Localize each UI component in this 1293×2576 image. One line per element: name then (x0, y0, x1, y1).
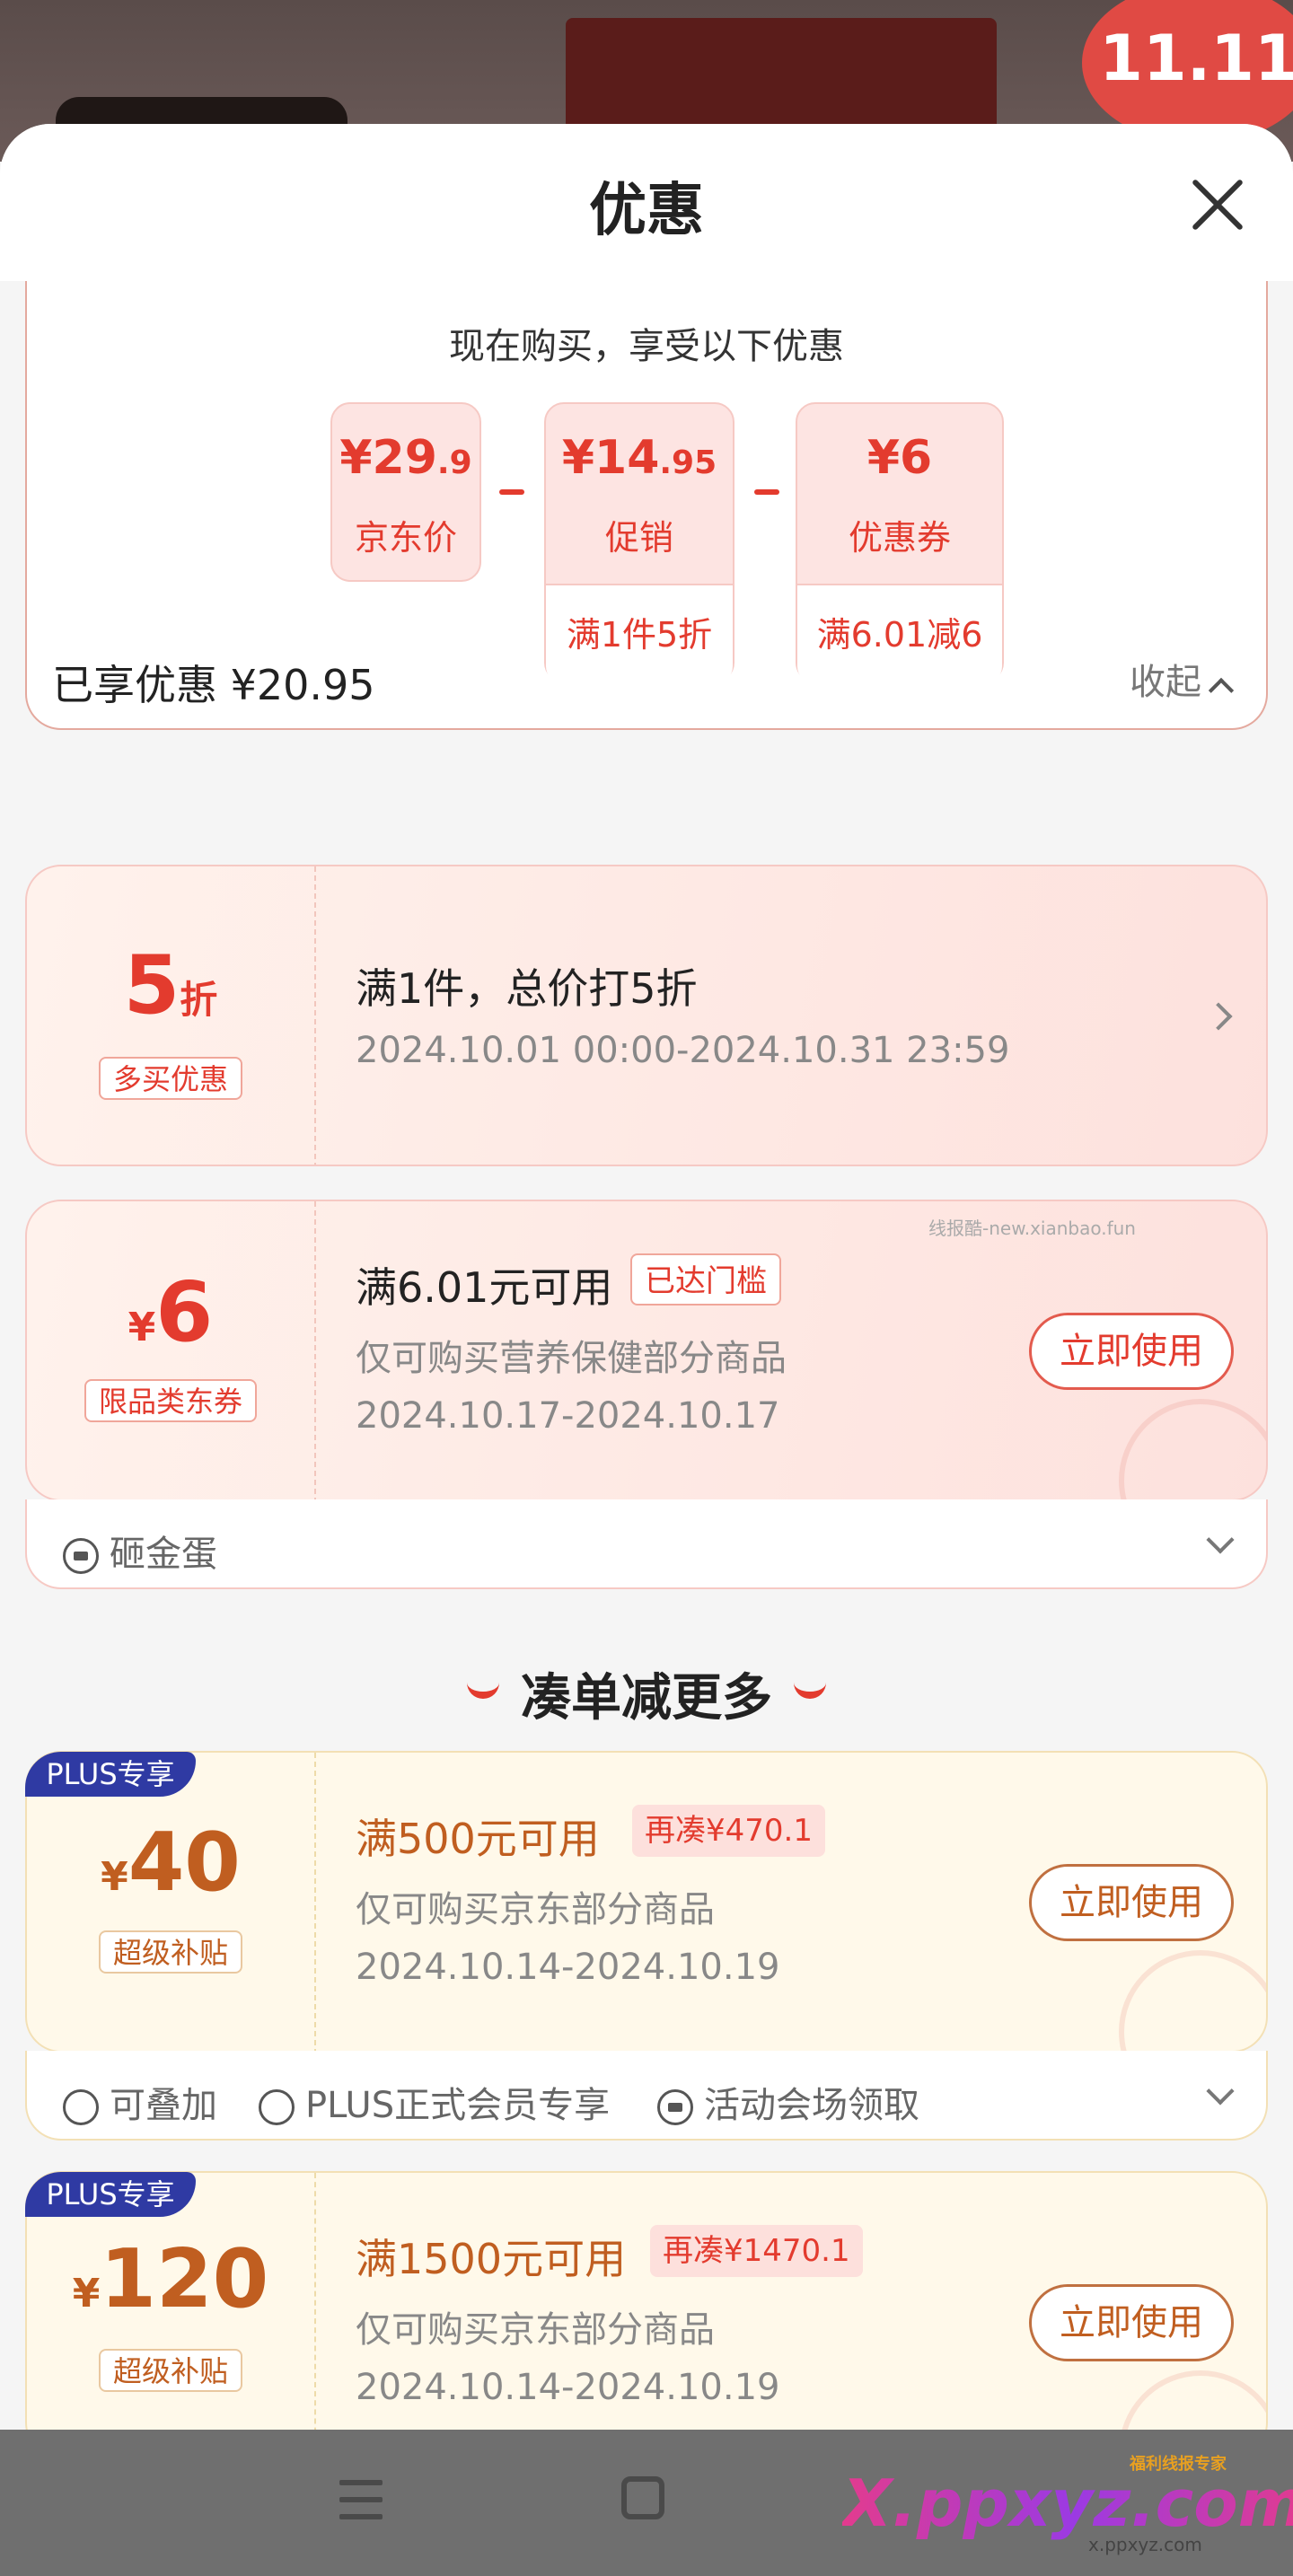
discount-tag: 多买优惠 (99, 1057, 242, 1100)
use-coupon-button[interactable]: 立即使用 (1029, 1313, 1234, 1390)
collapse-label: 收起 (1130, 662, 1201, 703)
menu-icon[interactable] (339, 2480, 383, 2523)
claimed-stamp (1119, 1399, 1266, 1499)
plus-coupon-card: ¥120 超级补贴 满1500元可用 再凑¥1470.1 仅可购买京东部分商品 … (25, 2171, 1268, 2458)
plus-value: 40 (128, 1816, 241, 1910)
minus-sign (754, 489, 779, 495)
plus-time: 2024.10.14-2024.10.19 (356, 1947, 780, 1988)
discount-card[interactable]: 5折 多买优惠 满1件，总价打5折 2024.10.01 00:00-2024.… (25, 865, 1268, 1166)
discount-time: 2024.10.01 00:00-2024.10.31 23:59 (356, 1030, 1010, 1071)
coupon-footer-label: 砸金蛋 (110, 1534, 217, 1575)
need-badge: 再凑¥470.1 (632, 1805, 825, 1857)
coupon-main: ¥6 (866, 431, 933, 485)
summary-text: 现在购买，享受以下优惠 (449, 326, 844, 367)
coupon-value: 6 (155, 1264, 214, 1360)
discount-value: 5 (123, 938, 180, 1033)
plus-scope: 仅可购买京东部分商品 (356, 1889, 715, 1930)
plus-title: 满500元可用 (356, 1815, 600, 1863)
plus-badge: PLUS专享 (25, 1752, 196, 1797)
coupon-currency: ¥ (128, 1305, 156, 1350)
plus-tag: 超级补贴 (99, 1930, 242, 1974)
discount-title: 满1件，总价打5折 (356, 964, 698, 1013)
smile-icon (794, 1677, 826, 1699)
price-label: 京东价 (354, 518, 457, 558)
plus-currency: ¥ (72, 2271, 101, 2317)
plus-badge: PLUS专享 (25, 2172, 196, 2217)
watermark-url: x.ppxyz.com (1088, 2534, 1202, 2555)
price-box-jd: ¥29.9 京东价 (330, 402, 481, 582)
promo-main: ¥14 (561, 431, 660, 485)
use-plus-button[interactable]: 立即使用 (1029, 1864, 1234, 1941)
price-box-coupon: ¥6 优惠券 满6.01减6 (796, 402, 1004, 684)
enjoyed-discount: 已享优惠 ¥20.95 (52, 661, 375, 709)
promo-decimal: .95 (659, 444, 717, 481)
crown-icon (259, 2089, 295, 2125)
price-decimal: .9 (436, 444, 472, 481)
threshold-badge: 已达门槛 (630, 1253, 781, 1306)
chevron-down-icon[interactable] (1206, 2077, 1235, 2106)
price-main: ¥29 (339, 431, 437, 485)
coupon-time: 2024.10.17-2024.10.17 (356, 1395, 780, 1437)
more-heading-text: 凑单减更多 (521, 1669, 772, 1728)
more-heading: 凑单减更多 (0, 1657, 1293, 1730)
price-box-promo: ¥14.95 促销 满1件5折 (544, 402, 734, 684)
minus-sign (499, 489, 524, 495)
egg-icon (63, 1538, 99, 1574)
coupon-card: ¥6 限品类东券 满6.01元可用 已达门槛 仅可购买营养保健部分商品 2024… (25, 1200, 1268, 1501)
footer-stackable: 可叠加 (110, 2085, 217, 2126)
plus-coupon-card: ¥40 超级补贴 满500元可用 再凑¥470.1 仅可购买京东部分商品 202… (25, 1751, 1268, 2053)
ticket-icon (657, 2089, 693, 2125)
close-icon[interactable] (1181, 169, 1253, 241)
plus-footer[interactable]: 可叠加 PLUS正式会员专享 活动会场领取 (25, 2051, 1268, 2141)
need-badge: 再凑¥1470.1 (650, 2225, 863, 2277)
coupon-label: 优惠券 (848, 518, 951, 558)
claimed-stamp (1119, 1950, 1266, 2051)
chevron-right-icon[interactable] (1204, 1002, 1233, 1031)
chevron-up-icon (1208, 677, 1235, 704)
footer-venue: 活动会场领取 (704, 2085, 919, 2126)
watermark-text: 线报酷-new.xianbao.fun (928, 1218, 1136, 1239)
use-plus-button[interactable]: 立即使用 (1029, 2284, 1234, 2361)
smile-icon (467, 1677, 499, 1699)
discount-unit: 折 (180, 978, 218, 1022)
coupon-title: 满6.01元可用 (356, 1263, 613, 1312)
home-icon[interactable] (621, 2476, 664, 2519)
collapse-button[interactable]: 收起 (1130, 653, 1235, 705)
plus-title: 满1500元可用 (356, 2235, 627, 2283)
promo-condition: 满1件5折 (546, 584, 733, 684)
promo-label: 促销 (604, 518, 673, 558)
sheet-title: 优惠 (589, 178, 704, 244)
coupon-tag: 限品类东券 (84, 1379, 257, 1422)
watermark-subtitle: 福利线报专家 (1130, 2455, 1227, 2474)
site-watermark: X.ppxyz.com (842, 2466, 1293, 2541)
chevron-down-icon[interactable] (1206, 1525, 1235, 1554)
plus-tag: 超级补贴 (99, 2349, 242, 2392)
plus-scope: 仅可购买京东部分商品 (356, 2309, 715, 2351)
coupon-scope: 仅可购买营养保健部分商品 (356, 1338, 787, 1379)
coupon-condition: 满6.01减6 (797, 584, 1002, 684)
footer-plus-member: PLUS正式会员专享 (305, 2085, 611, 2126)
plus-value: 120 (100, 2232, 269, 2326)
plus-currency: ¥ (101, 1854, 128, 1900)
plus-time: 2024.10.14-2024.10.19 (356, 2367, 780, 2408)
sheet-header: 优惠 (0, 124, 1293, 281)
coupon-footer[interactable]: 砸金蛋 (25, 1499, 1268, 1589)
stack-icon (63, 2089, 99, 2125)
